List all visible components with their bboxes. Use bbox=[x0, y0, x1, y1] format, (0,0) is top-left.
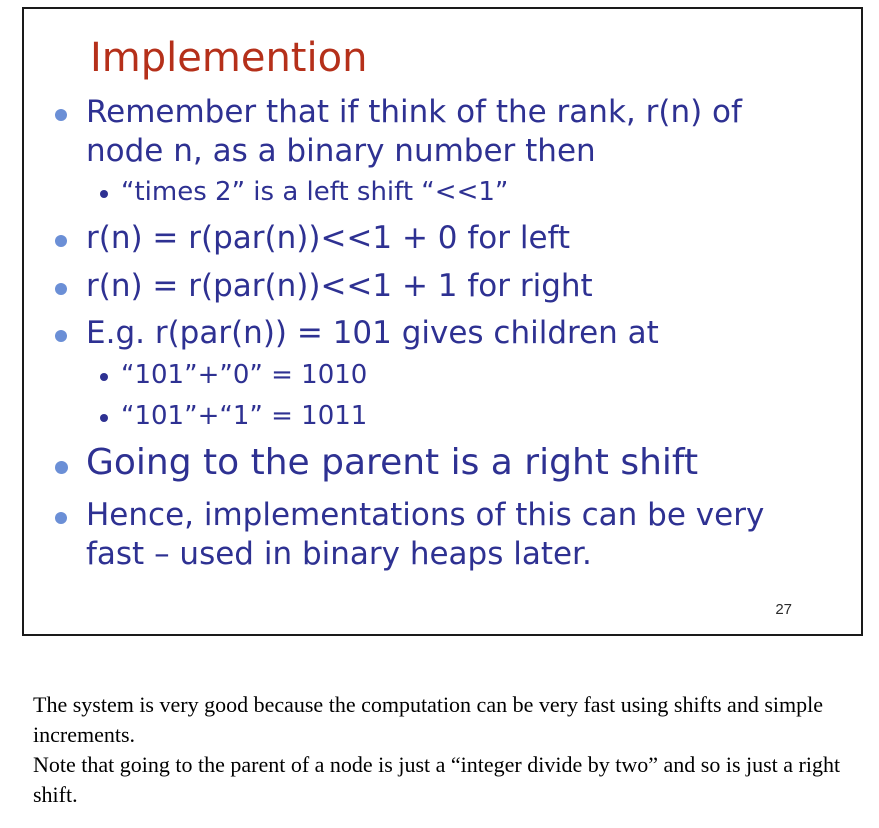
sub-bullet-dot-icon bbox=[100, 190, 108, 198]
speaker-notes: The system is very good because the comp… bbox=[33, 690, 853, 810]
sub-bullet-times2: “times 2” is a left shift “<<1” bbox=[100, 176, 509, 208]
bullet-text: node n, as a binary number then bbox=[86, 133, 596, 169]
bullet-left-rule: r(n) = r(par(n))<<1 + 0 for left bbox=[55, 219, 571, 258]
bullet-hence: Hence, implementations of this can be ve… bbox=[55, 496, 765, 574]
bullet-text: E.g. r(par(n)) = 101 gives children at bbox=[86, 315, 659, 351]
bullet-list: Remember that if think of the rank, r(n)… bbox=[24, 9, 861, 634]
sub-bullet-dot-icon bbox=[100, 373, 108, 381]
page-number: 27 bbox=[775, 601, 792, 618]
bullet-text: r(n) = r(par(n))<<1 + 1 for right bbox=[86, 268, 593, 304]
bullet-text: fast – used in binary heaps later. bbox=[86, 536, 592, 572]
bullet-example: E.g. r(par(n)) = 101 gives children at bbox=[55, 314, 659, 353]
bullet-dot-icon bbox=[55, 235, 67, 247]
slide: Implemention Remember that if think of t… bbox=[22, 7, 863, 636]
sub-bullet-child-left: “101”+”0” = 1010 bbox=[100, 359, 368, 391]
sub-bullet-child-right: “101”+“1” = 1011 bbox=[100, 400, 368, 432]
bullet-dot-icon bbox=[55, 512, 67, 524]
bullet-text: “101”+“1” = 1011 bbox=[121, 401, 368, 431]
bullet-text: Going to the parent is a right shift bbox=[86, 442, 699, 483]
bullet-text: Remember that if think of the rank, r(n)… bbox=[86, 94, 742, 130]
bullet-dot-icon bbox=[55, 330, 67, 342]
bullet-text: Hence, implementations of this can be ve… bbox=[86, 497, 765, 533]
bullet-text: “times 2” is a left shift “<<1” bbox=[121, 177, 509, 207]
bullet-parent-shift: Going to the parent is a right shift bbox=[55, 442, 699, 483]
bullet-text: “101”+”0” = 1010 bbox=[121, 360, 368, 390]
bullet-remember: Remember that if think of the rank, r(n)… bbox=[55, 93, 742, 171]
bullet-text: r(n) = r(par(n))<<1 + 0 for left bbox=[86, 220, 571, 256]
sub-bullet-dot-icon bbox=[100, 414, 108, 422]
notes-paragraph: The system is very good because the comp… bbox=[33, 692, 823, 747]
bullet-right-rule: r(n) = r(par(n))<<1 + 1 for right bbox=[55, 267, 593, 306]
bullet-dot-icon bbox=[55, 283, 67, 295]
bullet-dot-icon bbox=[55, 109, 67, 121]
notes-paragraph: Note that going to the parent of a node … bbox=[33, 752, 841, 807]
bullet-dot-icon bbox=[55, 461, 68, 474]
